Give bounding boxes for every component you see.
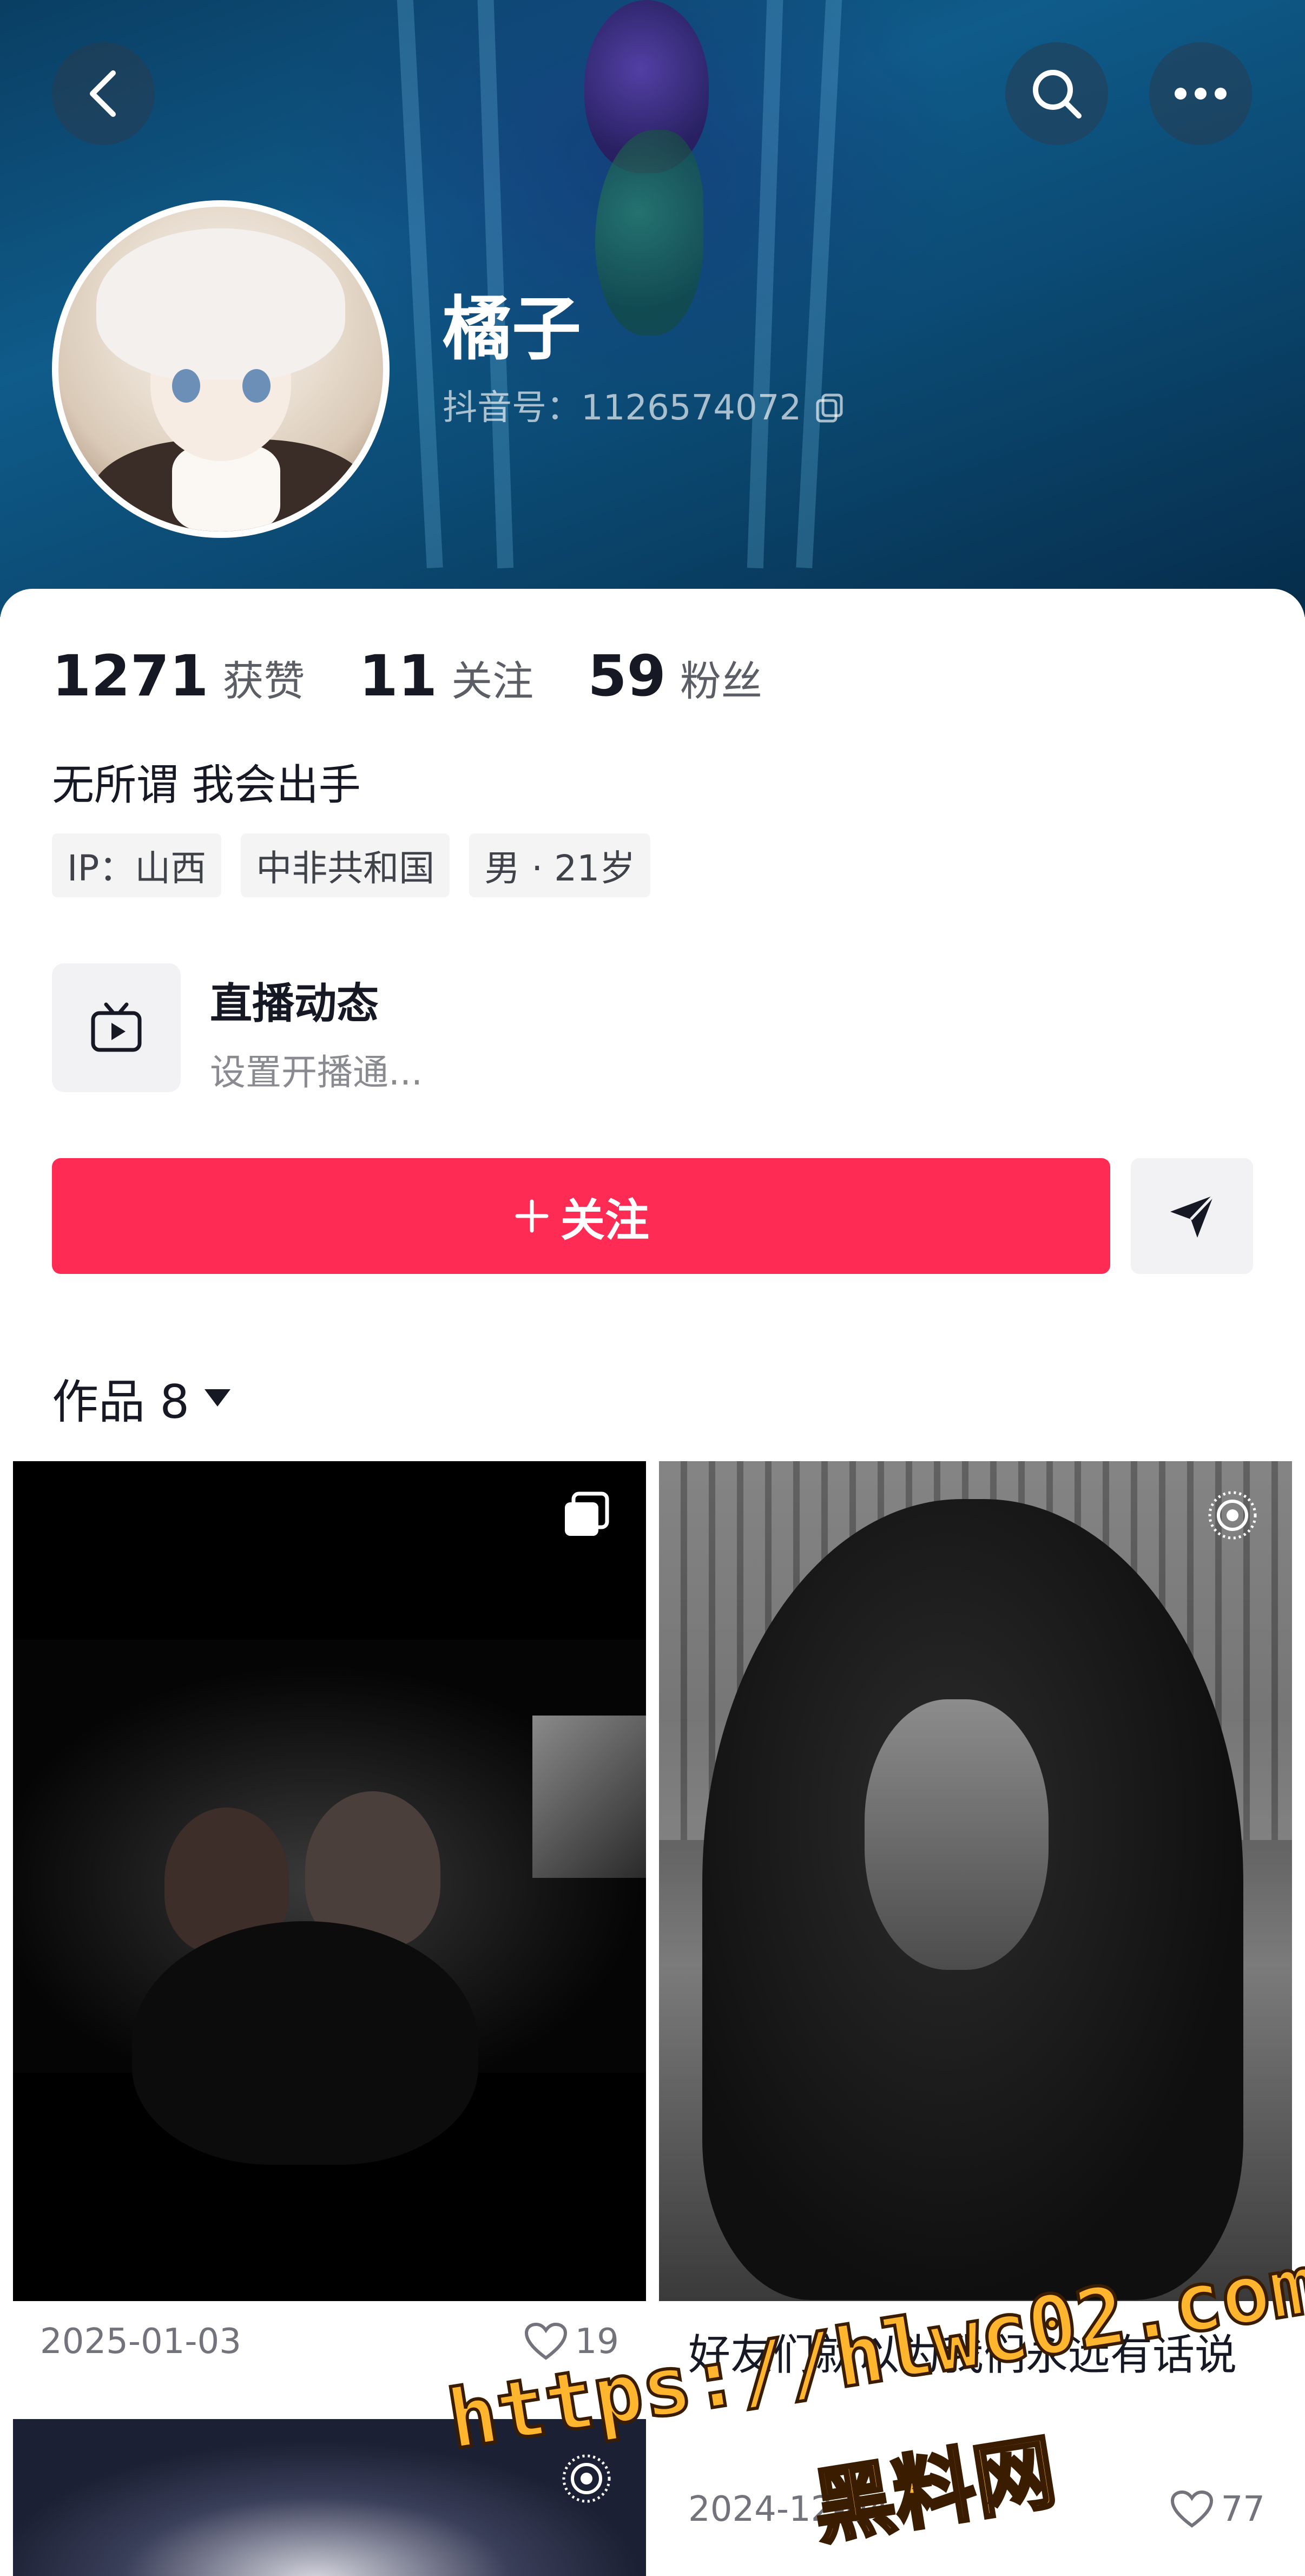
banner-decoration — [747, 0, 785, 569]
follow-button[interactable]: 关注 — [52, 1158, 1110, 1274]
live-photo-icon — [1208, 1491, 1257, 1540]
avatar-hair — [96, 228, 345, 380]
stat-value: 1271 — [52, 643, 209, 709]
work-date: 2025-01-03 — [40, 2322, 241, 2362]
works-tab-label: 作品 8 — [52, 1375, 190, 1429]
stats-row: 1271 获赞 11 关注 59 粉丝 — [52, 643, 816, 709]
bio: 无所谓 我会出手 — [52, 761, 361, 810]
work-likes: 77 — [1170, 2489, 1265, 2529]
tag-ip: IP：山西 — [52, 833, 222, 897]
heart-icon — [524, 2322, 567, 2360]
thumbnail-bodies — [132, 1921, 478, 2165]
banner-decoration — [796, 0, 843, 569]
multi-image-icon — [565, 1491, 609, 1536]
thumbnail-window — [532, 1716, 646, 1878]
search-button[interactable] — [1005, 42, 1108, 145]
works-tab[interactable]: 作品 8 — [52, 1364, 233, 1431]
more-icon — [1175, 88, 1227, 100]
heart-icon — [1170, 2490, 1213, 2528]
tv-icon — [91, 1002, 142, 1052]
stat-label: 获赞 — [222, 657, 305, 705]
work-thumbnail — [13, 1461, 646, 2301]
avatar-eye — [242, 369, 271, 403]
live-status-button[interactable] — [52, 963, 181, 1092]
douyin-id[interactable]: 抖音号：1126574072 — [443, 391, 846, 425]
follow-label: 关注 — [560, 1194, 649, 1246]
stat-value: 11 — [359, 643, 438, 709]
tag-gender-age: 男 · 21岁 — [469, 833, 651, 897]
banner-decoration — [396, 0, 443, 569]
douyin-id-text: 抖音号：1126574072 — [443, 388, 802, 428]
stat-label: 关注 — [451, 657, 534, 705]
nickname: 橘子 — [443, 289, 582, 370]
banner-decoration — [476, 0, 514, 569]
work-card[interactable]: 2025-01-03 19 — [13, 1461, 646, 2376]
stat-likes[interactable]: 1271 获赞 — [52, 643, 305, 709]
copy-icon[interactable] — [813, 392, 846, 424]
more-button[interactable] — [1149, 42, 1252, 145]
thumbnail-face — [865, 1699, 1049, 1970]
work-likes-count: 77 — [1221, 2489, 1265, 2529]
tag-location: 中非共和国 — [241, 833, 450, 897]
plus-icon — [515, 1199, 549, 1233]
stat-following[interactable]: 11 关注 — [359, 643, 533, 709]
stat-label: 粉丝 — [680, 657, 762, 705]
live-title[interactable]: 直播动态 — [210, 970, 379, 1030]
back-icon — [90, 70, 116, 117]
live-photo-icon — [562, 2454, 611, 2503]
live-subtitle: 设置开播通... — [210, 1052, 423, 1093]
work-thumbnail — [659, 1461, 1292, 2301]
search-icon — [1033, 70, 1082, 119]
back-button[interactable] — [52, 42, 155, 145]
caret-down-icon — [205, 1389, 231, 1407]
stat-value: 59 — [588, 643, 666, 709]
stat-followers[interactable]: 59 粉丝 — [588, 643, 762, 709]
send-icon — [1170, 1194, 1215, 1238]
tags-row: IP：山西 中非共和国 男 · 21岁 — [52, 833, 651, 897]
avatar-eye — [172, 369, 200, 403]
avatar[interactable] — [52, 200, 390, 538]
message-button[interactable] — [1131, 1158, 1253, 1274]
